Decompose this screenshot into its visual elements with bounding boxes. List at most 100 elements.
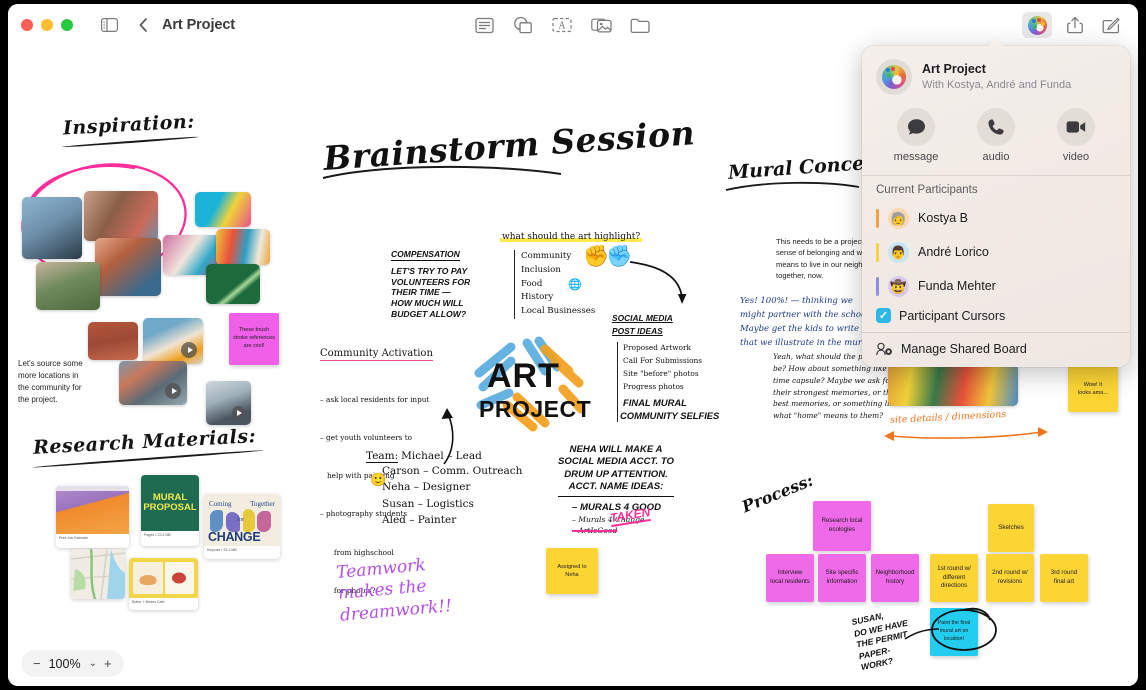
participant-row-kostya[interactable]: 🧓 Kostya B bbox=[862, 201, 1130, 235]
zoom-control[interactable]: − 100% ⌄ + bbox=[22, 651, 123, 676]
mural-concept-strip[interactable] bbox=[888, 364, 1018, 406]
social-media-title: SOCIAL MEDIA POST IDEAS bbox=[612, 313, 673, 336]
research-doc-print[interactable]: Print Job Estimate bbox=[56, 486, 129, 548]
mural-photo-4[interactable] bbox=[206, 264, 260, 304]
popover-actions: message audio video bbox=[862, 104, 1130, 175]
compensation-title: COMPENSATION bbox=[391, 249, 460, 261]
participant-name: Kostya B bbox=[918, 211, 969, 225]
sticky-note-first-round[interactable]: 1st round w/ different directions bbox=[930, 554, 978, 602]
cursor-color-indicator bbox=[876, 242, 879, 262]
inspiration-photo-1[interactable] bbox=[22, 197, 82, 259]
participant-row-funda[interactable]: 🤠 Funda Mehter bbox=[862, 269, 1130, 303]
inspiration-photo-building[interactable] bbox=[143, 318, 203, 364]
video-action-button[interactable]: video bbox=[1036, 108, 1116, 163]
doc-title: Print Job Estimate bbox=[59, 536, 89, 540]
cursor-color-indicator bbox=[876, 276, 879, 296]
heading-process: Process: bbox=[739, 470, 816, 517]
heading-brainstorm-wrap: Brainstorm Session bbox=[322, 113, 696, 179]
sidebar-toggle-icon[interactable] bbox=[96, 12, 122, 38]
list-item: Progress photos bbox=[623, 382, 684, 392]
markup-icon[interactable] bbox=[1098, 12, 1124, 38]
sticky-note-second-round[interactable]: 2nd round w/ revisions bbox=[986, 554, 1034, 602]
manage-board-icon bbox=[876, 342, 892, 356]
sticky-note-tool-icon[interactable] bbox=[470, 12, 498, 38]
mural-photo-3[interactable] bbox=[216, 229, 270, 265]
heading-research: Research Materials: bbox=[32, 425, 257, 459]
inspiration-text-note[interactable]: Let's source some more locations in the … bbox=[18, 358, 108, 406]
list-item-bold: FINAL MURAL bbox=[623, 397, 687, 409]
social-media-block[interactable]: SOCIAL MEDIA POST IDEAS Proposed Artwork… bbox=[612, 312, 719, 422]
collaboration-button[interactable] bbox=[1022, 12, 1052, 38]
inspiration-photo-2[interactable] bbox=[84, 191, 158, 241]
research-doc-mural[interactable]: MURAL PROPOSAL Pages • 23.4 MB bbox=[141, 475, 199, 546]
sticky-note-research-ecologies[interactable]: Research local ecologies bbox=[813, 501, 871, 551]
team-member: Neha – Designer bbox=[382, 481, 471, 494]
back-chevron-icon[interactable] bbox=[130, 12, 156, 38]
sticky-note-brush-refs[interactable]: These brush stroke references are cool! bbox=[229, 313, 279, 365]
shapes-tool-icon[interactable] bbox=[509, 12, 537, 38]
zoom-button[interactable] bbox=[61, 19, 73, 31]
list-item: Call For Submissions bbox=[623, 356, 703, 366]
art-project-logo[interactable]: ART PROJECT bbox=[471, 331, 591, 436]
popover-header: Art Project With Kostya, André and Funda bbox=[862, 46, 1130, 104]
sticky-note-assigned-neha[interactable]: Assigned to Neha bbox=[546, 548, 598, 594]
audio-action-button[interactable]: audio bbox=[956, 108, 1036, 163]
team-member: Carson – Comm. Outreach bbox=[382, 465, 523, 477]
video-icon bbox=[1057, 108, 1095, 146]
play-icon[interactable] bbox=[232, 406, 245, 419]
popover-arrow bbox=[989, 37, 1005, 47]
sticky-note-interview-residents[interactable]: Interview local residents bbox=[766, 554, 814, 602]
participant-cursors-row[interactable]: ✓ Participant Cursors bbox=[862, 303, 1130, 332]
teamwork-annotation[interactable]: Teamwork makes the dreamwork!! bbox=[335, 553, 452, 626]
research-doc-map[interactable] bbox=[71, 549, 125, 599]
sticky-note-neighborhood-history[interactable]: Neighborhood history bbox=[871, 554, 919, 602]
svg-text:ART: ART bbox=[487, 357, 560, 395]
inspiration-photo-brick[interactable] bbox=[88, 322, 138, 360]
doc-title: Butter + Beans Cafe bbox=[132, 600, 165, 604]
board-avatar bbox=[876, 59, 912, 95]
mural-photo-1[interactable] bbox=[195, 192, 251, 227]
research-doc-cafe[interactable]: Butter + Beans Cafe bbox=[129, 558, 198, 610]
inspiration-photo-4[interactable] bbox=[36, 262, 100, 310]
close-button[interactable] bbox=[21, 19, 33, 31]
message-action-button[interactable]: message bbox=[876, 108, 956, 163]
inspiration-photo-street[interactable] bbox=[119, 361, 187, 405]
manage-shared-board-row[interactable]: Manage Shared Board bbox=[862, 333, 1130, 367]
zoom-in-button[interactable]: + bbox=[104, 656, 112, 671]
acct-idea-struck: – ArtIsGood bbox=[572, 525, 618, 535]
avatar: 🧓 bbox=[888, 207, 909, 229]
avatar: 🤠 bbox=[888, 275, 909, 297]
mural-underline bbox=[725, 181, 860, 191]
traffic-lights bbox=[21, 19, 73, 31]
cursor-color-indicator bbox=[876, 208, 879, 228]
chevron-down-icon[interactable]: ⌄ bbox=[89, 658, 97, 669]
participant-row-andre[interactable]: 👨 André Lorico bbox=[862, 235, 1130, 269]
inspiration-photo-person[interactable] bbox=[206, 381, 251, 425]
file-tool-icon[interactable] bbox=[626, 12, 654, 38]
social-media-list: Proposed Artwork Call For Submissions Si… bbox=[617, 342, 719, 422]
sticky-note-wow[interactable]: Wow! It looks ama... bbox=[1068, 366, 1118, 412]
participant-cursors-checkbox[interactable]: ✓ bbox=[876, 308, 891, 323]
participant-cursors-label: Participant Cursors bbox=[899, 308, 1006, 323]
art-highlight-block[interactable]: what should the art highlight? Community… bbox=[500, 226, 643, 319]
minimize-button[interactable] bbox=[41, 19, 53, 31]
team-member: Susan – Logistics bbox=[382, 497, 474, 510]
text-box-tool-icon[interactable]: A bbox=[548, 12, 576, 38]
inspiration-photo-3[interactable] bbox=[95, 238, 161, 296]
sticky-note-third-round[interactable]: 3rd round final art bbox=[1040, 554, 1088, 602]
sticky-note-sketches[interactable]: Sketches bbox=[988, 504, 1034, 552]
zoom-out-button[interactable]: − bbox=[33, 656, 41, 671]
compensation-block[interactable]: COMPENSATION LET'S TRY TO PAY VOLUNTEERS… bbox=[391, 244, 470, 320]
media-tool-icon[interactable] bbox=[587, 12, 615, 38]
right-toolbar bbox=[1022, 12, 1124, 38]
neha-note-block[interactable]: NEHA WILL MAKE A SOCIAL MEDIA ACCT. TO D… bbox=[558, 444, 675, 535]
palette-icon bbox=[1027, 15, 1047, 35]
play-icon[interactable] bbox=[165, 383, 181, 399]
community-activation-title: Community Activation bbox=[320, 348, 433, 361]
share-icon[interactable] bbox=[1062, 12, 1088, 38]
play-icon[interactable] bbox=[181, 342, 197, 358]
curved-arrow-right bbox=[629, 261, 687, 304]
research-doc-change[interactable]: Coming Together for CHANGE Keynote • 52.… bbox=[204, 494, 280, 559]
team-block[interactable]: Team: Michael – Lead Carson – Comm. Outr… bbox=[366, 450, 522, 528]
sticky-note-site-info[interactable]: Site specific information bbox=[818, 554, 866, 602]
